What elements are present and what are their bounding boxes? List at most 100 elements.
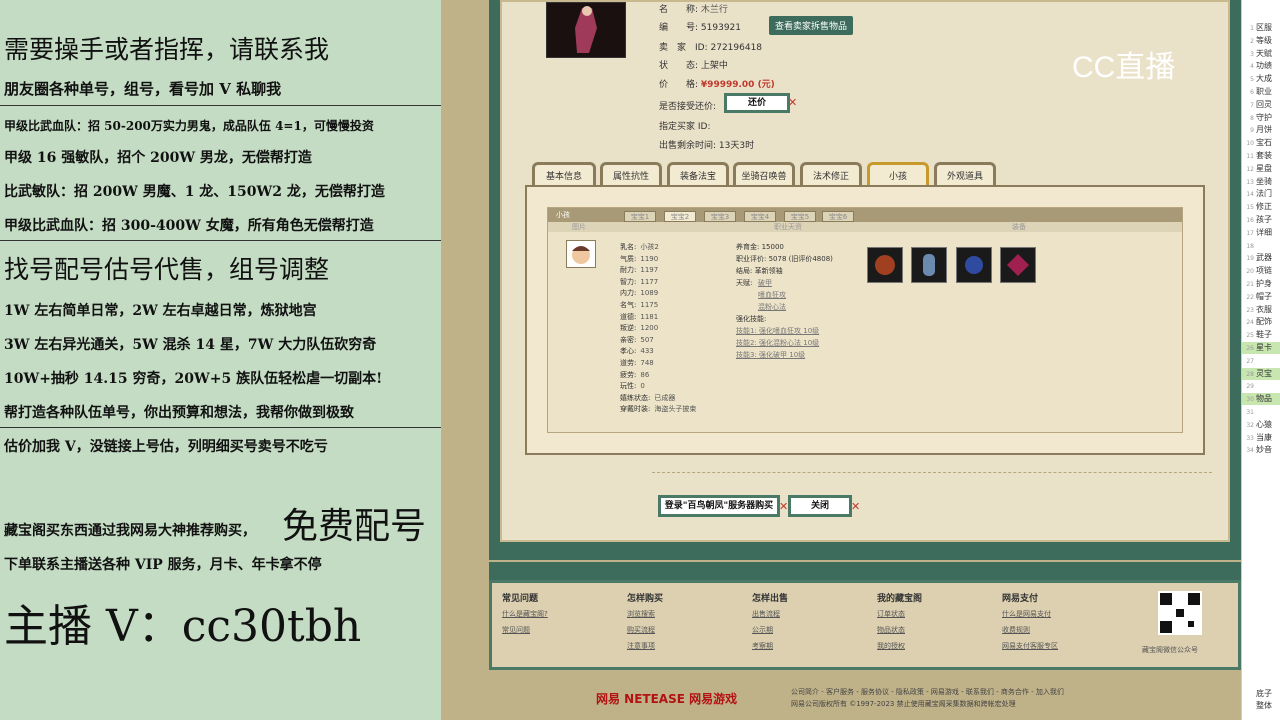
- footer-link[interactable]: 浏览搜索: [627, 609, 655, 619]
- sidebar-item[interactable]: 18: [1242, 240, 1280, 252]
- attribute-key: 亲密:: [620, 335, 637, 344]
- skill-link[interactable]: 技能2: 强化混粉心法 10级: [736, 338, 819, 348]
- equipment-slot[interactable]: [911, 247, 947, 283]
- footer-links[interactable]: 公司简介 - 客户服务 - 服务协议 - 隐私政策 - 网易游戏 - 联系我们 …: [791, 686, 1064, 698]
- child-attribute: 耐力: 1197: [620, 265, 658, 275]
- child-tab-3[interactable]: 宝宝3: [704, 211, 736, 222]
- login-server-buy-button[interactable]: 登录"百鸟朝凤"服务器购买: [658, 495, 780, 517]
- sidebar-item[interactable]: 1 区服: [1242, 22, 1280, 34]
- sidebar-item[interactable]: 21 护身: [1242, 278, 1280, 290]
- view-seller-items-button[interactable]: 查看卖家拆售物品: [769, 16, 854, 35]
- sidebar-item[interactable]: 30 物品: [1242, 393, 1280, 406]
- sidebar-item[interactable]: 13 坐骑: [1242, 176, 1280, 188]
- footer-link[interactable]: 订单状态: [877, 609, 905, 619]
- sidebar-item[interactable]: 25 鞋子: [1242, 329, 1280, 341]
- sidebar-item[interactable]: 15 修正: [1242, 201, 1280, 213]
- sidebar-item[interactable]: 20 项链: [1242, 265, 1280, 277]
- footer-link[interactable]: 公示期: [752, 625, 773, 635]
- sidebar-item[interactable]: 4 功绩: [1242, 60, 1280, 72]
- footer-link[interactable]: 收费规则: [1002, 625, 1030, 635]
- col-image: 图片: [572, 223, 586, 231]
- footer-link[interactable]: 购买流程: [627, 625, 655, 635]
- sidebar-item[interactable]: 34 妙音: [1242, 444, 1280, 456]
- equipment-slot[interactable]: [956, 247, 992, 283]
- sidebar-item[interactable]: 16 孩子: [1242, 214, 1280, 226]
- sidebar-label: 妙音: [1256, 445, 1272, 455]
- attribute-value: 1197: [640, 266, 659, 275]
- equipment-slot[interactable]: [1000, 247, 1036, 283]
- sidebar-item[interactable]: 底子: [1242, 688, 1280, 700]
- row-number: 16: [1246, 217, 1254, 224]
- vase-icon: [923, 254, 935, 276]
- overlay-line: 甲级比武血队：招 50-200万实力男鬼，成品队伍 4=1，可慢慢投资: [4, 119, 374, 133]
- attribute-key: 叛逆:: [620, 324, 637, 333]
- close-x-icon: ✕: [851, 500, 861, 513]
- sidebar-item[interactable]: 27: [1242, 355, 1280, 367]
- skill-link[interactable]: 技能3: 强化破甲 10级: [736, 350, 805, 360]
- sidebar-item[interactable]: 23 衣服: [1242, 304, 1280, 316]
- attribute-key: 嬉练状态:: [620, 393, 651, 402]
- footer-link[interactable]: 物品状态: [877, 625, 905, 635]
- sidebar-item[interactable]: 9 月饼: [1242, 124, 1280, 136]
- talent-link[interactable]: 破甲: [758, 278, 772, 288]
- sidebar-item[interactable]: 29: [1242, 380, 1280, 392]
- overlay-line: 需要操手或者指挥，请联系我: [4, 35, 330, 64]
- child-tab-6[interactable]: 宝宝6: [822, 211, 854, 222]
- attribute-value: 海盗头子披束: [654, 405, 697, 414]
- sidebar: 1 区服 2 等级 3 天赋 4 功绩 5 大成 6 职业 7 回灵 8 守护 9 月饼 10 宝石 11 套装 12 星盘 1…: [1241, 0, 1280, 720]
- child-tab-2[interactable]: 宝宝2: [664, 211, 696, 222]
- footer-link[interactable]: 注意事项: [627, 641, 655, 651]
- footer-link[interactable]: 出售流程: [752, 609, 780, 619]
- overlay-line: 1W 左右简单日常，2W 左右卓越日常，炼狱地宫: [4, 303, 317, 319]
- footer-link[interactable]: 考察期: [752, 641, 773, 651]
- sidebar-item[interactable]: 10 宝石: [1242, 137, 1280, 149]
- sidebar-item[interactable]: 7 回灵: [1242, 99, 1280, 111]
- sidebar-item[interactable]: 31: [1242, 406, 1280, 418]
- sidebar-item[interactable]: 17 详细: [1242, 227, 1280, 239]
- sidebar-item[interactable]: 14 法门: [1242, 188, 1280, 200]
- row-number: 4: [1250, 63, 1254, 71]
- equipment-slot[interactable]: [867, 247, 903, 283]
- sidebar-item[interactable]: 6 职业: [1242, 86, 1280, 98]
- overlay-line: 找号配号估号代售，组号调整: [4, 255, 330, 284]
- child-tab-5[interactable]: 宝宝5: [784, 211, 816, 222]
- sidebar-item[interactable]: 28 灵宝: [1242, 367, 1280, 380]
- sidebar-item[interactable]: 整体: [1242, 700, 1280, 712]
- sidebar-item[interactable]: 22 帽子: [1242, 291, 1280, 303]
- sidebar-item[interactable]: 33 当康: [1242, 432, 1280, 444]
- footer-heading: 网易支付: [1002, 594, 1039, 604]
- overlay-line: 下单联系主播送各种 VIP 服务，月卡、年卡拿不停: [4, 557, 322, 573]
- sidebar-item[interactable]: 24 配饰: [1242, 316, 1280, 328]
- footer-link[interactable]: 网易支付客服专区: [1002, 641, 1058, 651]
- attribute-value: 1177: [640, 277, 659, 286]
- ending: 结局: 革新领袖: [736, 267, 783, 275]
- sidebar-item[interactable]: 5 大成: [1242, 73, 1280, 85]
- sidebar-item[interactable]: 26 星卡: [1242, 342, 1280, 354]
- child-attribute: 道劳: 748: [620, 358, 654, 368]
- row-number: 22: [1246, 293, 1254, 301]
- close-button[interactable]: 关闭: [788, 495, 852, 517]
- footer-link[interactable]: 什么是藏宝阁?: [502, 609, 548, 619]
- bargain-button[interactable]: 还价: [724, 93, 790, 113]
- footer-link[interactable]: 我的授权: [877, 641, 905, 651]
- child-tab-1[interactable]: 宝宝1: [624, 211, 656, 222]
- sidebar-item[interactable]: 32 心猿: [1242, 419, 1280, 431]
- sidebar-item[interactable]: 19 武器: [1242, 252, 1280, 264]
- sidebar-item[interactable]: 2 等级: [1242, 35, 1280, 47]
- skill-link[interactable]: 技能1: 强化嗜血狂攻 10级: [736, 326, 819, 336]
- talent-link[interactable]: 混粉心法: [758, 302, 786, 312]
- talent-link[interactable]: 嗜血狂攻: [758, 290, 786, 300]
- attribute-value: 433: [640, 347, 654, 356]
- sidebar-item[interactable]: 12 星盘: [1242, 163, 1280, 175]
- sidebar-label: 功绩: [1256, 61, 1272, 71]
- footer-link[interactable]: 常见问题: [502, 625, 530, 635]
- row-number: 31: [1246, 409, 1254, 416]
- footer-link[interactable]: 什么是网易支付: [1002, 609, 1051, 619]
- sidebar-label: 天赋: [1256, 48, 1272, 58]
- divider: [0, 105, 441, 106]
- sidebar-item[interactable]: 11 套装: [1242, 150, 1280, 162]
- sidebar-item[interactable]: 8 守护: [1242, 112, 1280, 124]
- attribute-key: 玩性:: [620, 382, 637, 391]
- sidebar-item[interactable]: 3 天赋: [1242, 48, 1280, 60]
- child-tab-4[interactable]: 宝宝4: [744, 211, 776, 222]
